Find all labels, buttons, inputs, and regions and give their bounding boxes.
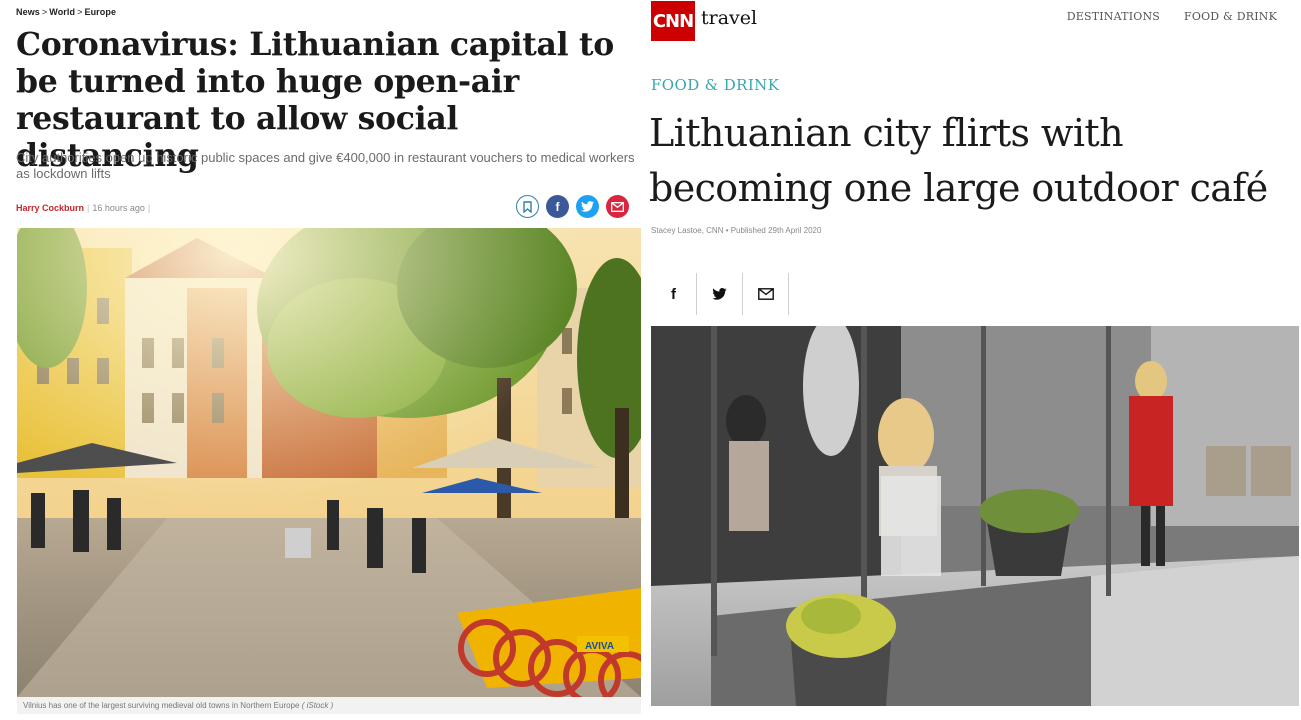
caption-text: Vilnius has one of the largest surviving… xyxy=(23,701,300,710)
article-subheadline: City authorities open up historic public… xyxy=(16,150,635,181)
facebook-icon[interactable]: f xyxy=(546,195,569,218)
aviva-logo-text: AVIVA xyxy=(585,641,614,652)
email-icon[interactable] xyxy=(743,273,789,315)
share-bar: f xyxy=(651,272,789,316)
outdoor-cafe-photo xyxy=(651,326,1299,706)
top-nav: DESTINATIONS FOOD & DRINK xyxy=(1067,10,1277,23)
nav-destinations[interactable]: DESTINATIONS xyxy=(1067,10,1160,23)
breadcrumb-separator: > xyxy=(77,7,83,17)
cnn-logo[interactable]: CNN xyxy=(651,1,695,41)
share-icons: f xyxy=(516,195,629,218)
photo-caption: Vilnius has one of the largest surviving… xyxy=(17,697,641,714)
facebook-icon[interactable]: f xyxy=(651,273,697,315)
article-byline: Harry Cockburn | 16 hours ago | xyxy=(16,203,151,213)
vilnius-old-town-photo: AVIVA xyxy=(17,228,641,697)
nav-food-and-drink[interactable]: FOOD & DRINK xyxy=(1184,10,1277,23)
photo-credit: ( iStock ) xyxy=(301,701,334,710)
travel-section-title[interactable]: travel xyxy=(701,7,757,29)
cnn-travel-article: CNN travel DESTINATIONS FOOD & DRINK FOO… xyxy=(645,0,1301,720)
article-byline: Stacey Lastoe, CNN • Published 29th Apri… xyxy=(651,226,822,235)
breadcrumb-news[interactable]: News xyxy=(16,7,40,17)
independent-article: News > World > Europe Coronavirus: Lithuania… xyxy=(0,0,645,720)
twitter-icon[interactable] xyxy=(697,273,743,315)
bookmark-icon[interactable] xyxy=(516,195,539,218)
breadcrumb: News > World > Europe xyxy=(16,7,116,17)
twitter-icon[interactable] xyxy=(576,195,599,218)
author-link[interactable]: Harry Cockburn xyxy=(16,203,84,213)
email-icon[interactable] xyxy=(606,195,629,218)
timestamp: 16 hours ago xyxy=(92,203,145,213)
breadcrumb-europe[interactable]: Europe xyxy=(84,7,116,17)
breadcrumb-world[interactable]: World xyxy=(49,7,75,17)
breadcrumb-separator: > xyxy=(41,7,48,17)
category-label[interactable]: FOOD & DRINK xyxy=(651,76,779,94)
article-headline: Lithuanian city flirts with becoming one… xyxy=(649,111,1268,210)
